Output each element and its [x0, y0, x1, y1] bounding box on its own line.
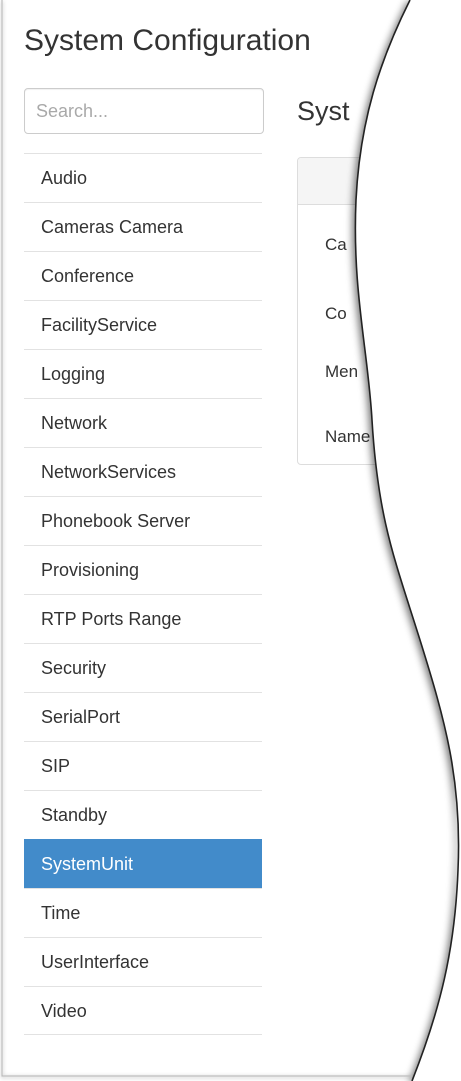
sidebar-item-phonebook-server[interactable]: Phonebook Server — [24, 496, 262, 545]
sidebar-item-time[interactable]: Time — [24, 888, 262, 937]
panel-header — [298, 158, 461, 205]
search-input[interactable] — [25, 89, 263, 133]
sidebar-item-rtp-ports-range[interactable]: RTP Ports Range — [24, 594, 262, 643]
sidebar-item-systemunit[interactable]: SystemUnit — [24, 839, 262, 888]
sidebar-item-network[interactable]: Network — [24, 398, 262, 447]
sidebar-item-standby[interactable]: Standby — [24, 790, 262, 839]
page-title: System Configuration — [24, 24, 311, 57]
sidebar-item-serialport[interactable]: SerialPort — [24, 692, 262, 741]
sidebar-item-logging[interactable]: Logging — [24, 349, 262, 398]
search-box[interactable] — [24, 88, 264, 134]
sidebar-item-sip[interactable]: SIP — [24, 741, 262, 790]
settings-panel: Ca Co Men Name — [297, 157, 461, 465]
sidebar-item-security[interactable]: Security — [24, 643, 262, 692]
sidebar-item-conference[interactable]: Conference — [24, 251, 262, 300]
setting-row-label[interactable]: Name — [325, 427, 370, 447]
page: System Configuration Audio Cameras Camer… — [0, 0, 461, 1081]
sidebar-item-video[interactable]: Video — [24, 986, 262, 1035]
section-heading: Syst — [297, 96, 350, 126]
setting-row-label[interactable]: Co — [325, 304, 347, 324]
setting-row-label[interactable]: Men — [325, 362, 358, 382]
sidebar-nav: Audio Cameras Camera Conference Facility… — [24, 153, 262, 1035]
sidebar-item-cameras-camera[interactable]: Cameras Camera — [24, 202, 262, 251]
sidebar-item-networkservices[interactable]: NetworkServices — [24, 447, 262, 496]
sidebar-item-audio[interactable]: Audio — [24, 153, 262, 202]
setting-row-label[interactable]: Ca — [325, 235, 347, 255]
sidebar-item-userinterface[interactable]: UserInterface — [24, 937, 262, 986]
sidebar-item-provisioning[interactable]: Provisioning — [24, 545, 262, 594]
sidebar-item-facilityservice[interactable]: FacilityService — [24, 300, 262, 349]
